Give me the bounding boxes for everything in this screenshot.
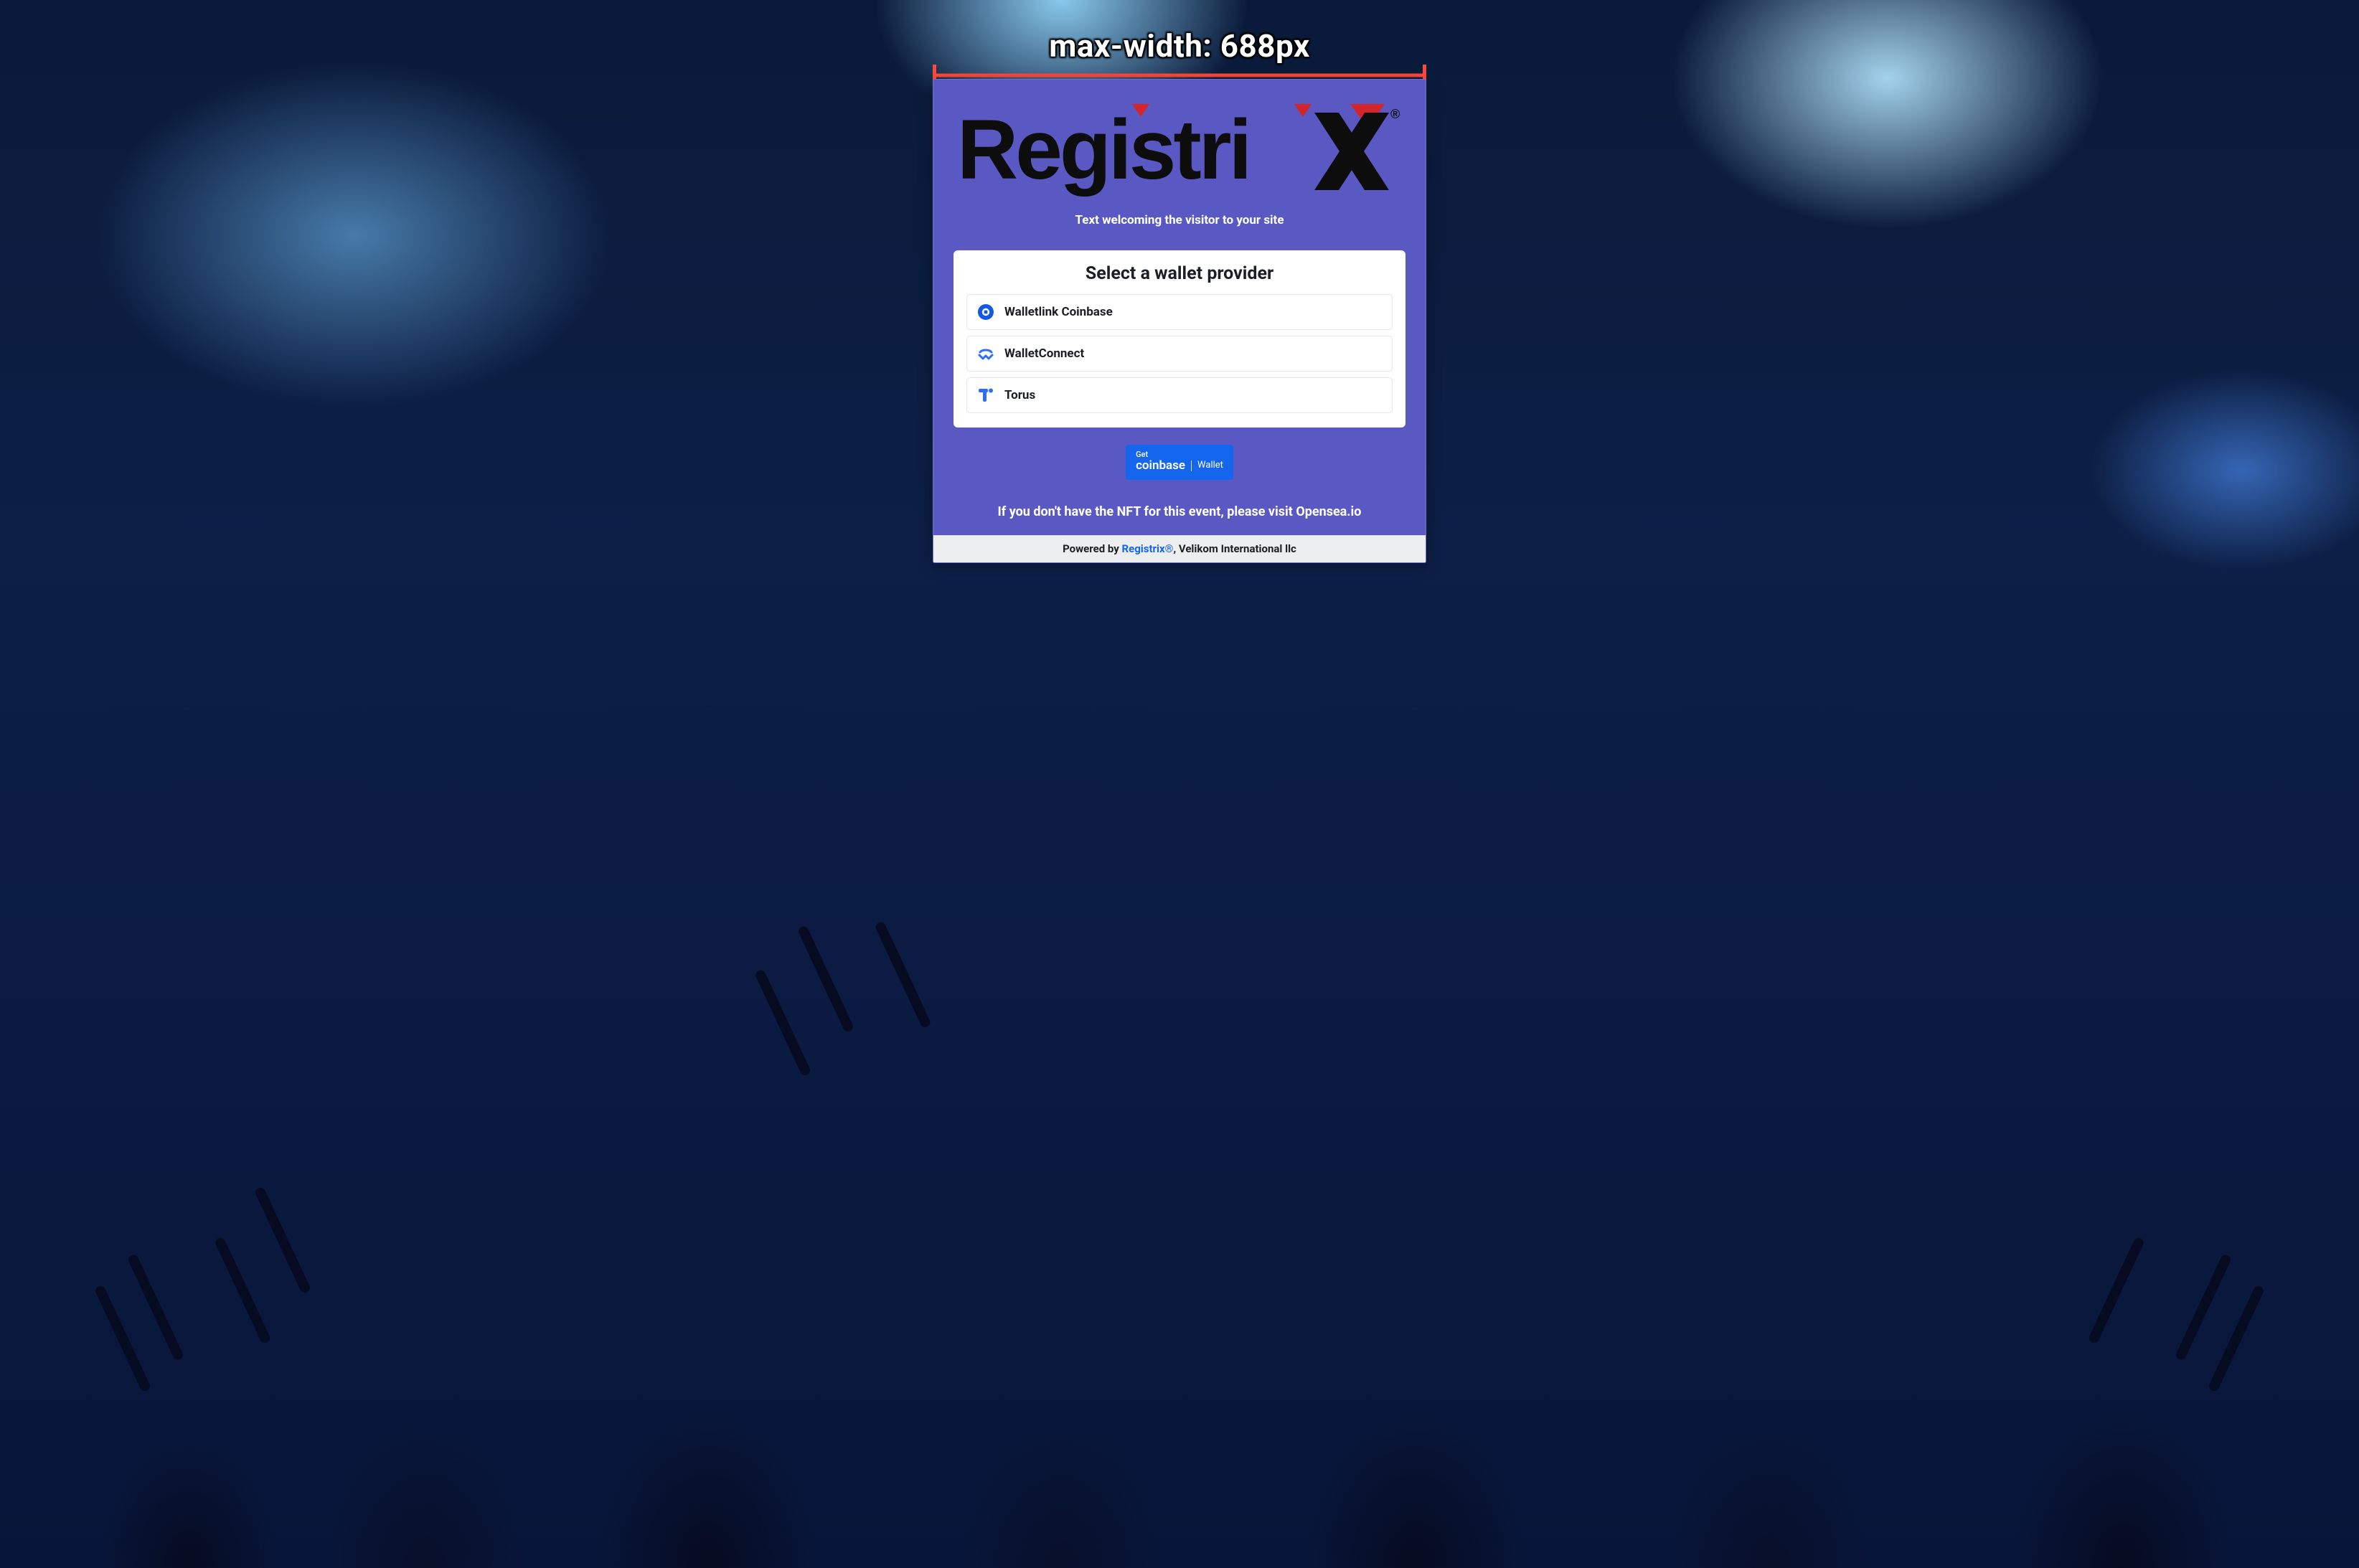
svg-text:®: ® (1390, 107, 1400, 121)
wallet-provider-label: Torus (1004, 388, 1035, 402)
footer-suffix: , Velikom International llc (1173, 542, 1296, 555)
nft-note-text: If you don't have the NFT for this event… (998, 504, 1362, 519)
footer-brand-link[interactable]: Registrix® (1122, 542, 1174, 555)
registrix-logo: Registri ® (954, 100, 1405, 200)
footer-prefix: Powered by (1063, 542, 1121, 555)
background-crowd-silhouette (0, 706, 2359, 1568)
welcome-text: Text welcoming the visitor to your site (1075, 213, 1284, 227)
wallet-provider-panel: Select a wallet provider Walletlink Coin… (954, 250, 1405, 428)
wallet-provider-torus[interactable]: Torus (966, 377, 1393, 413)
annotation-max-width-label: max-width: 688px (1049, 27, 1310, 65)
coinbase-button-brand: coinbase (1136, 459, 1185, 473)
login-card: Registri ® Text welcoming the visitor to… (933, 79, 1426, 563)
card-footer: Powered by Registrix®, Velikom Internati… (933, 535, 1426, 562)
wallet-provider-label: Walletlink Coinbase (1004, 305, 1113, 319)
divider (1191, 461, 1192, 471)
wallet-provider-walletconnect[interactable]: WalletConnect (966, 336, 1393, 372)
coinbase-icon (977, 303, 994, 321)
walletconnect-icon (977, 345, 994, 362)
coinbase-button-suffix: Wallet (1197, 461, 1223, 471)
wallet-provider-walletlink-coinbase[interactable]: Walletlink Coinbase (966, 294, 1393, 330)
torus-icon (977, 387, 994, 404)
wallet-panel-title: Select a wallet provider (966, 263, 1393, 284)
wallet-provider-label: WalletConnect (1004, 346, 1084, 361)
svg-text:Registri: Registri (957, 103, 1249, 197)
get-coinbase-wallet-button[interactable]: Get coinbase Wallet (1126, 445, 1233, 480)
